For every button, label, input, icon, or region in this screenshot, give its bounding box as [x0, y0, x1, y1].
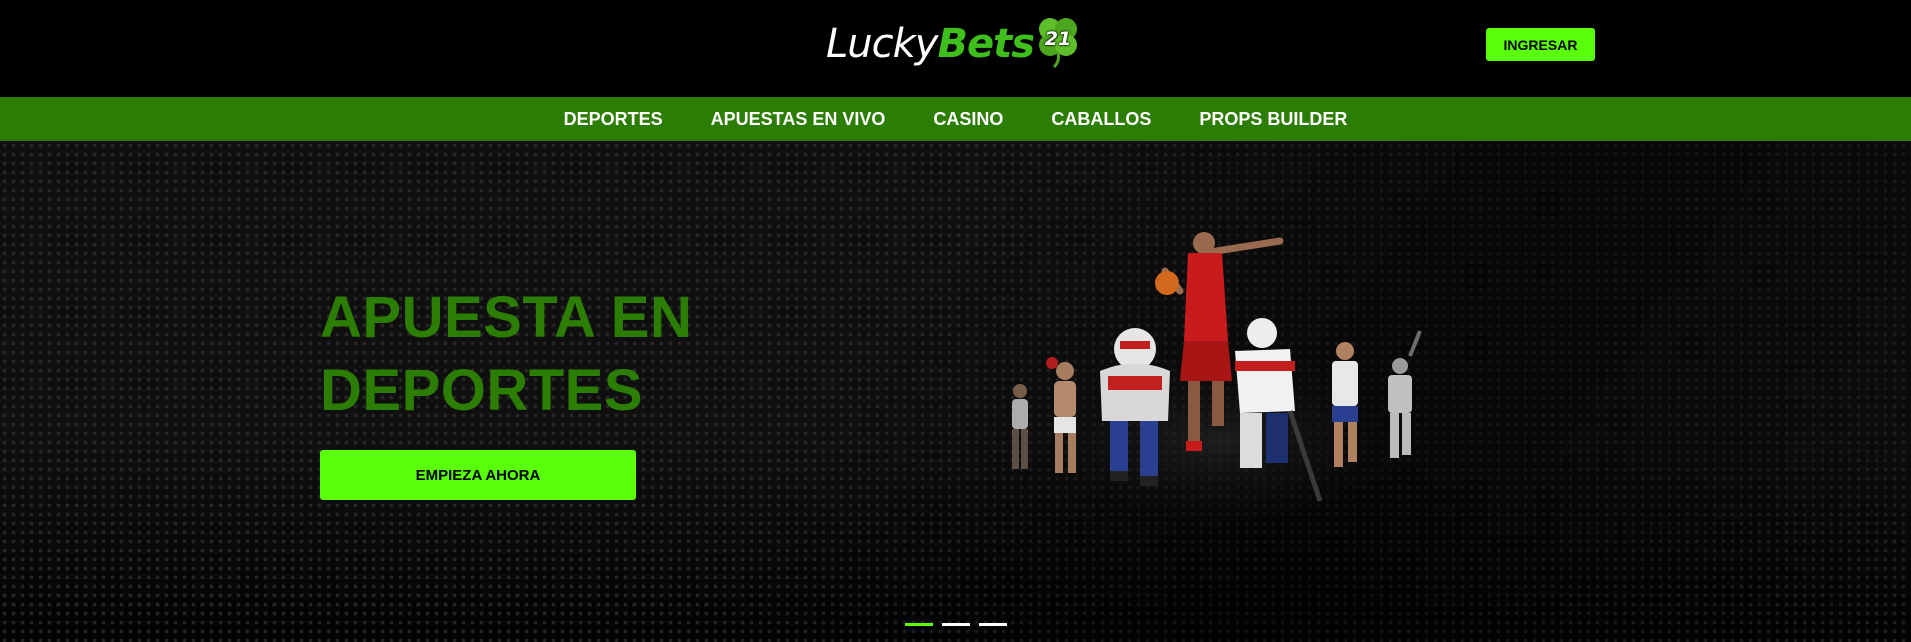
nav-item-apuestas-en-vivo[interactable]: APUESTAS EN VIVO [711, 109, 886, 130]
logo-word-bets: Bets [937, 21, 1035, 67]
nav-item-caballos[interactable]: CABALLOS [1051, 109, 1151, 130]
slider-dot-2[interactable] [942, 623, 970, 626]
slider-dot-3[interactable] [979, 623, 1007, 626]
nav-item-deportes[interactable]: DEPORTES [564, 109, 663, 130]
slider-dot-1[interactable] [905, 623, 933, 626]
logo-number: 21 [1044, 28, 1072, 50]
login-button[interactable]: INGRESAR [1486, 28, 1595, 61]
nav-item-props-builder[interactable]: PROPS BUILDER [1199, 109, 1347, 130]
header: Lucky Bets 21 INGRESAR [0, 0, 1911, 97]
hero-banner: APUESTA EN DEPORTES EMPIEZA AHORA [0, 141, 1911, 642]
clover-icon: 21 [1030, 13, 1086, 69]
start-now-button[interactable]: EMPIEZA AHORA [320, 450, 636, 500]
sports-athletes-image [1000, 232, 1440, 521]
hero-title: APUESTA EN DEPORTES [320, 281, 800, 427]
hero-title-line-1: APUESTA EN [320, 285, 693, 350]
nav-item-casino[interactable]: CASINO [933, 109, 1003, 130]
page: Lucky Bets 21 INGRESAR DEPORTES APUESTAS… [0, 0, 1911, 642]
logo[interactable]: Lucky Bets 21 [826, 14, 1086, 74]
logo-word-lucky: Lucky [826, 21, 938, 67]
hero-title-line-2: DEPORTES [320, 358, 644, 423]
slider-dots [905, 623, 1016, 626]
main-nav: DEPORTES APUESTAS EN VIVO CASINO CABALLO… [0, 97, 1911, 141]
